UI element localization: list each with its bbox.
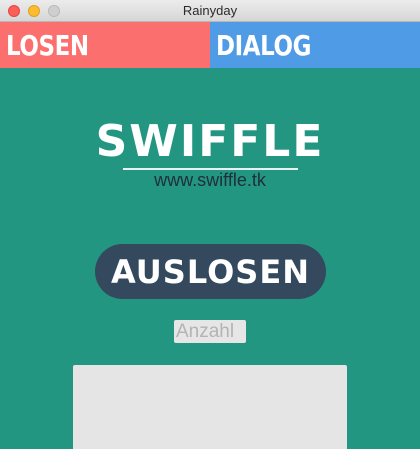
tab-dialog[interactable]: DIALOG [210,22,420,68]
auslosen-button[interactable]: AUSLOSEN [95,244,326,299]
main-panel: SWIFFLE www.swiffle.tk AUSLOSEN [0,68,420,449]
app-window: Rainyday LOSEN DIALOG SWIFFLE www.swiffl… [0,0,420,449]
tab-bar: LOSEN DIALOG [0,22,420,68]
tab-losen-label: LOSEN [6,29,89,62]
count-input[interactable] [174,320,246,343]
tab-losen[interactable]: LOSEN [0,22,210,68]
website-url: www.swiffle.tk [154,170,266,190]
app-logo: SWIFFLE [95,116,325,167]
result-area [73,365,347,449]
tab-dialog-label: DIALOG [216,29,312,62]
title-bar: Rainyday [0,0,420,22]
window-title: Rainyday [182,3,238,18]
